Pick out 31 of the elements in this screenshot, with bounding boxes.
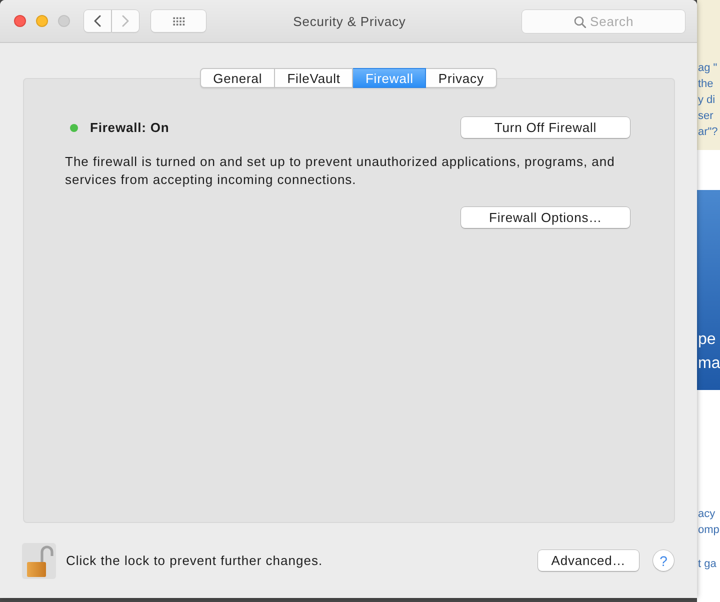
page-text: ar"?	[698, 125, 719, 140]
banner-text: pe	[698, 330, 717, 350]
chevron-left-icon	[94, 15, 101, 27]
help-button[interactable]: ?	[653, 550, 674, 571]
turn-off-firewall-button[interactable]: Turn Off Firewall	[461, 117, 630, 138]
page-text: ser	[698, 109, 714, 124]
minimize-button[interactable]	[36, 15, 48, 27]
advanced-button[interactable]: Advanced…	[538, 550, 639, 571]
search-icon	[574, 16, 586, 28]
tab[interactable]: Privacy	[426, 68, 497, 88]
tab[interactable]: FileVault	[275, 68, 354, 88]
back-button[interactable]	[84, 10, 111, 32]
link-text: t ga	[698, 557, 718, 572]
firewall-status: Firewall: On	[90, 120, 170, 135]
chevron-right-icon	[122, 15, 129, 27]
search-field[interactable]: Search	[522, 10, 685, 32]
page-text: y di	[698, 93, 716, 108]
firewall-description: The firewall is turned on and set up to prevent unauthorized applications, programs, and services from accepting incoming connections.	[65, 153, 616, 189]
lock-hint: Click the lock to prevent further changes.	[66, 553, 323, 568]
link-text: acy	[698, 507, 716, 522]
grid-icon	[172, 16, 184, 26]
padlock-open-icon[interactable]	[22, 542, 56, 578]
page-text: the	[698, 77, 714, 92]
show-all-button[interactable]	[151, 10, 206, 32]
tab[interactable]: General	[200, 68, 276, 88]
close-button[interactable]	[14, 15, 26, 27]
firewall-options-button[interactable]: Firewall Options…	[461, 207, 630, 228]
link-text: omp	[698, 523, 720, 538]
banner-text: ma	[698, 354, 720, 374]
window-title: Security & Privacy	[293, 14, 406, 28]
page-text: ag "	[698, 61, 718, 76]
